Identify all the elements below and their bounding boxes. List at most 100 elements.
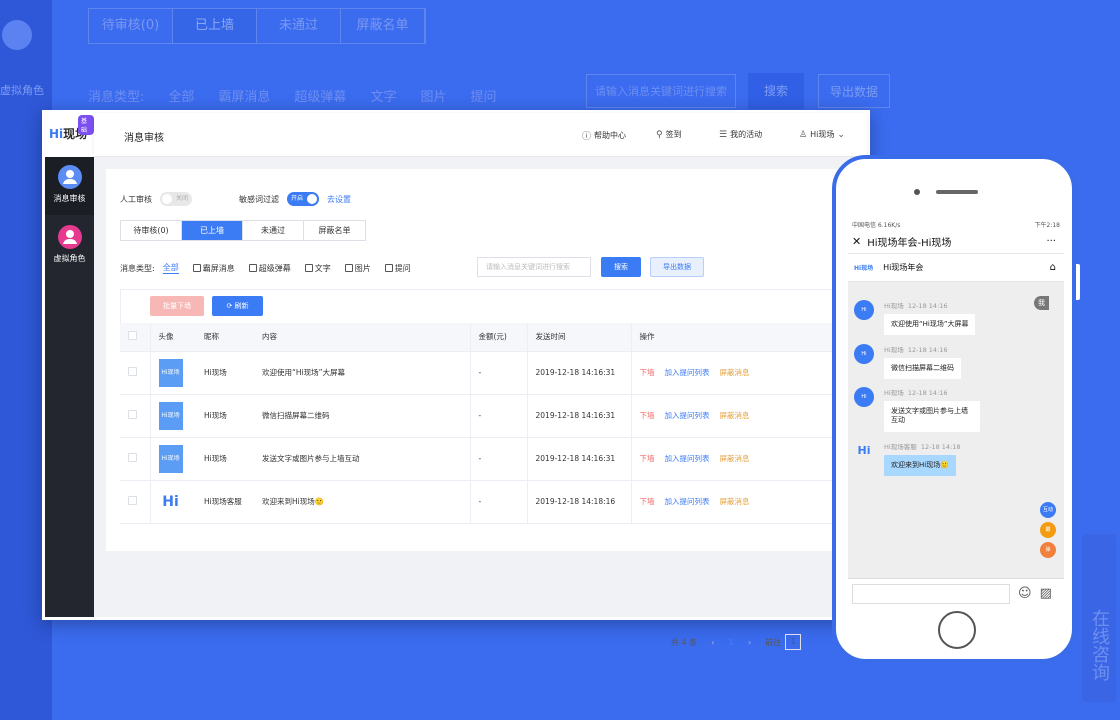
background-filter-item: 文字 — [370, 90, 397, 105]
messages-table: 头像 昵称 内容 金额(元) 发送时间 操作 Hi现场 Hi现场 欢迎使用“Hi… — [120, 323, 840, 524]
emoji-icon[interactable]: ☺ — [1018, 586, 1032, 601]
chat-header: ✕ Hi现场年会-Hi现场 ··· — [848, 230, 1064, 254]
content-cell: 欢迎来到Hi现场🙂 — [254, 480, 471, 524]
tab-on-wall[interactable]: 已上墙 — [182, 221, 243, 240]
chat-input-bar: ☺ ▨ — [848, 578, 1064, 608]
background-search-button: 搜索 — [748, 73, 804, 109]
sensitive-settings-link[interactable]: 去设置 — [327, 194, 351, 205]
manual-review-row: 人工审核 关闭 — [120, 192, 192, 206]
prev-page-icon[interactable]: ‹ — [711, 638, 714, 647]
sidebar-item-virtual-role[interactable]: 虚拟角色 — [45, 217, 94, 275]
row-checkbox[interactable] — [128, 367, 137, 376]
goto-page-input[interactable]: 1 — [785, 634, 802, 650]
select-all-checkbox[interactable] — [128, 331, 137, 341]
app-logo: Hi现场 基础 — [45, 113, 94, 157]
user-menu[interactable]: ♙ Hi现场 ⌄ — [799, 129, 845, 140]
mini-logo: Hi现场 — [854, 265, 874, 272]
image-picker-icon[interactable]: ▨ — [1040, 586, 1052, 601]
message-time: 12-18 14:16 — [907, 302, 948, 310]
sensitive-filter-toggle[interactable]: 开启 — [287, 192, 319, 206]
filter-screen-label: 霸屏消息 — [202, 263, 235, 273]
filter-super-danmaku[interactable]: 超级弹幕 — [248, 263, 291, 274]
add-to-questions-link[interactable]: 加入提问列表 — [665, 497, 710, 506]
manual-review-label: 人工审核 — [120, 194, 152, 204]
chat-message: Hi Hi现场 12-18 14:16 微信扫描屏幕二维码 — [854, 344, 961, 380]
block-message-link[interactable]: 屏蔽消息 — [720, 454, 750, 463]
row-checkbox[interactable] — [128, 453, 137, 462]
text-icon — [304, 264, 313, 272]
message-bubble: 欢迎使用“Hi现场”大屏幕 — [884, 314, 976, 336]
close-icon[interactable]: ✕ — [852, 235, 861, 248]
filter-text[interactable]: 文字 — [304, 263, 331, 274]
tab-pending[interactable]: 待审核(0) — [121, 221, 182, 240]
home-icon[interactable]: ⌂ — [1050, 262, 1056, 273]
chat-subheader: Hi现场 Hi现场年会 ⌂ — [848, 254, 1064, 282]
chat-message: Hi Hi现场 12-18 14:16 欢迎使用“Hi现场”大屏幕 — [854, 300, 976, 336]
phone-screen: 中国电信 6.16K/s 下午2:18 ✕ Hi现场年会-Hi现场 ··· Hi… — [848, 216, 1064, 608]
phone-home-button — [938, 611, 976, 649]
col-amount: 金额(元) — [470, 323, 528, 352]
tab-blocklist[interactable]: 屏蔽名单 — [304, 221, 365, 240]
block-message-link[interactable]: 屏蔽消息 — [720, 368, 750, 377]
refresh-button[interactable]: ⟳ 刷新 — [212, 296, 263, 316]
message-body: Hi现场 12-18 14:16 微信扫描屏幕二维码 — [884, 344, 961, 380]
sidebar-item-message-review[interactable]: 消息审核 — [45, 157, 94, 215]
block-message-link[interactable]: 屏蔽消息 — [720, 411, 750, 420]
screen-takeover-button[interactable]: 霸 — [1040, 522, 1056, 538]
chat-message: Hi Hi现场客服 12-18 14:18 欢迎来到Hi现场🙂 — [854, 441, 961, 477]
message-bubble: 欢迎来到Hi现场🙂 — [884, 455, 956, 477]
manual-review-toggle[interactable]: 关闭 — [160, 192, 192, 206]
amount-cell: - — [470, 437, 528, 481]
background-tab: 屏蔽名单 — [341, 9, 425, 43]
background-tab: 未通过 — [257, 9, 341, 43]
chat-input[interactable] — [852, 583, 1010, 604]
add-to-questions-link[interactable]: 加入提问列表 — [665, 454, 710, 463]
my-activities-link[interactable]: ☰ 我的活动 — [719, 129, 762, 140]
row-select-cell — [120, 394, 151, 438]
remove-from-wall-link[interactable]: 下墙 — [640, 497, 655, 506]
search-button[interactable]: 搜索 — [601, 257, 641, 277]
chat-subtitle: Hi现场年会 — [883, 263, 924, 272]
message-meta: Hi现场 12-18 14:16 — [884, 387, 980, 397]
filter-question[interactable]: 提问 — [384, 263, 411, 274]
review-card: 人工审核 关闭 敏感词过滤 开启 去设置 待审核(0) 已上墙 未通过 屏蔽名单… — [106, 169, 841, 551]
tab-rejected[interactable]: 未通过 — [243, 221, 304, 240]
filter-all[interactable]: 全部 — [162, 262, 179, 274]
me-tag[interactable]: 我 — [1034, 296, 1049, 310]
next-page-icon[interactable]: › — [748, 638, 751, 647]
content-cell: 欢迎使用“Hi现场”大屏幕 — [254, 351, 471, 395]
message-meta: Hi现场客服 12-18 14:18 — [884, 441, 961, 451]
block-message-link[interactable]: 屏蔽消息 — [720, 497, 750, 506]
row-checkbox[interactable] — [128, 410, 137, 419]
nickname-cell: Hi现场客服 — [196, 480, 254, 524]
background-filter-item: 提问 — [470, 90, 497, 105]
nickname-cell: Hi现场 — [196, 351, 254, 395]
message-meta: Hi现场 12-18 14:16 — [884, 344, 961, 354]
chevron-down-icon: ⌄ — [837, 129, 845, 140]
help-center-link[interactable]: ⓘ 帮助中心 — [582, 129, 626, 142]
more-icon[interactable]: ··· — [1046, 236, 1056, 247]
remove-from-wall-link[interactable]: 下墙 — [640, 454, 655, 463]
search-input[interactable]: 请输入消息关键词进行搜索 — [477, 257, 591, 277]
danmaku-button[interactable]: 弹 — [1040, 542, 1056, 558]
row-select-cell — [120, 437, 151, 481]
row-checkbox[interactable] — [128, 496, 137, 505]
checkin-link[interactable]: ⚲ 签到 — [656, 129, 682, 140]
background-filter-item: 超级弹幕 — [294, 90, 347, 105]
refresh-label: 刷新 — [234, 302, 249, 310]
background-export-button: 导出数据 — [818, 74, 890, 108]
filter-screen-message[interactable]: 霸屏消息 — [192, 263, 235, 274]
filter-image[interactable]: 图片 — [344, 263, 371, 274]
add-to-questions-link[interactable]: 加入提问列表 — [665, 411, 710, 420]
add-to-questions-link[interactable]: 加入提问列表 — [665, 368, 710, 377]
online-consult-button[interactable]: 在线咨询 — [1082, 534, 1116, 702]
background-filter-item: 图片 — [420, 90, 447, 105]
export-button[interactable]: 导出数据 — [650, 257, 704, 277]
remove-from-wall-link[interactable]: 下墙 — [640, 368, 655, 377]
page-number[interactable]: 1 — [728, 638, 734, 647]
interact-button[interactable]: 互动 — [1040, 502, 1056, 518]
batch-remove-button[interactable]: 批量下墙 — [150, 296, 204, 316]
message-bubble: 发送文字或图片参与上墙互动 — [884, 401, 980, 432]
status-carrier: 中国电信 6.16K/s — [852, 222, 901, 229]
remove-from-wall-link[interactable]: 下墙 — [640, 411, 655, 420]
